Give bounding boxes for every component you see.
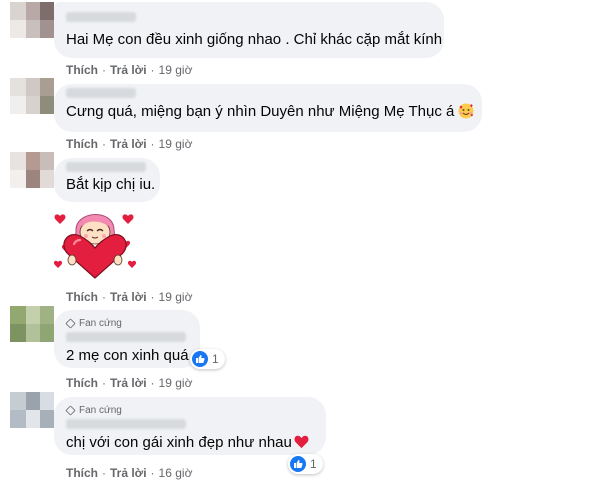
fan-badge[interactable]: Fan cứng xyxy=(65,316,188,330)
comment-text: Bắt kịp chị iu. xyxy=(66,176,156,193)
reply-button[interactable]: Trả lời xyxy=(110,63,147,77)
diamond-icon xyxy=(65,404,76,416)
avatar[interactable] xyxy=(10,306,54,342)
like-button[interactable]: Thích xyxy=(66,137,98,151)
reply-button[interactable]: Trả lời xyxy=(110,376,147,390)
red-heart-icon xyxy=(294,435,309,449)
comment-bubble: Fan cứng 2 mẹ con xinh quá xyxy=(54,310,200,368)
like-button[interactable]: Thích xyxy=(66,466,98,480)
comment-bubble: Bắt kịp chị iu. xyxy=(54,158,160,202)
diamond-icon xyxy=(65,317,76,329)
reply-button[interactable]: Trả lời xyxy=(110,290,147,304)
smiling-face-with-hearts-icon xyxy=(458,103,474,119)
author-name[interactable] xyxy=(66,332,186,342)
like-reaction-icon xyxy=(290,456,306,472)
reply-button[interactable]: Trả lời xyxy=(110,137,147,151)
avatar[interactable] xyxy=(10,392,54,428)
comment-actions: Thích · Trả lời · 16 giờ xyxy=(66,466,193,480)
timestamp[interactable]: 19 giờ xyxy=(159,63,193,77)
reply-button[interactable]: Trả lời xyxy=(110,466,147,480)
like-button[interactable]: Thích xyxy=(66,63,98,77)
comment-bubble: Cưng quá, miệng bạn ý nhìn Duyên như Miệ… xyxy=(54,84,482,132)
comment-actions: Thích · Trả lời · 19 giờ xyxy=(66,63,193,77)
girl-hugging-heart-sticker[interactable] xyxy=(50,202,140,282)
comment-bubble: Hai Mẹ con đều xinh giống nhao . Chỉ khá… xyxy=(54,2,444,58)
comment-actions: Thích · Trả lời · 19 giờ xyxy=(66,137,193,151)
comment-text: Cưng quá, miệng bạn ý nhìn Duyên như Miệ… xyxy=(66,102,474,122)
comment-text: Hai Mẹ con đều xinh giống nhao . Chỉ khá… xyxy=(66,31,443,48)
like-button[interactable]: Thích xyxy=(66,290,98,304)
avatar[interactable] xyxy=(10,2,54,38)
like-reaction-icon xyxy=(192,351,208,367)
avatar[interactable] xyxy=(10,78,54,114)
comment-text: 2 mẹ con xinh quá xyxy=(66,347,189,364)
reaction-count[interactable]: 1 xyxy=(288,454,323,474)
comment-actions: Thích · Trả lời · 19 giờ xyxy=(66,290,193,304)
author-name[interactable] xyxy=(66,88,136,98)
like-button[interactable]: Thích xyxy=(66,376,98,390)
timestamp[interactable]: 19 giờ xyxy=(159,137,193,151)
comment-actions: Thích · Trả lời · 19 giờ xyxy=(66,376,193,390)
avatar[interactable] xyxy=(10,152,54,188)
author-name[interactable] xyxy=(66,12,136,22)
timestamp[interactable]: 16 giờ xyxy=(159,466,193,480)
comment-text: chị với con gái xinh đẹp như nhau xyxy=(66,433,314,453)
comment-bubble: Fan cứng chị với con gái xinh đẹp như nh… xyxy=(54,397,326,455)
timestamp[interactable]: 19 giờ xyxy=(159,376,193,390)
author-name[interactable] xyxy=(66,162,146,172)
author-name[interactable] xyxy=(66,419,186,429)
timestamp[interactable]: 19 giờ xyxy=(159,290,193,304)
fan-badge[interactable]: Fan cứng xyxy=(65,403,314,417)
reaction-count[interactable]: 1 xyxy=(190,349,225,369)
